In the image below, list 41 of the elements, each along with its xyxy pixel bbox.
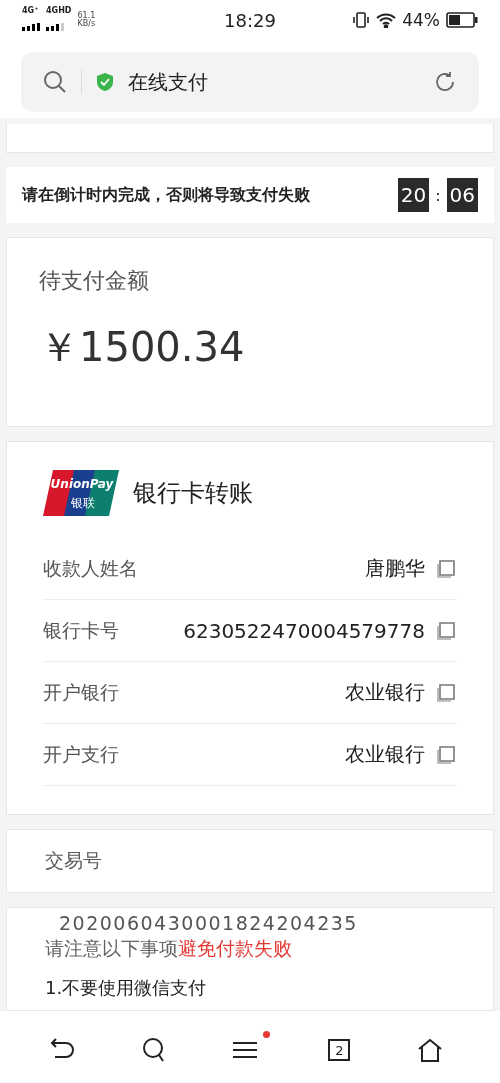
- home-icon: [416, 1038, 443, 1062]
- section-title: 银行卡转账: [133, 478, 253, 509]
- countdown-message: 请在倒计时内完成，否则将导致支付失败: [22, 184, 311, 206]
- signal-icon: [22, 22, 40, 31]
- field-value: 唐鹏华: [364, 555, 425, 582]
- field-value: 6230522470004579778: [182, 618, 425, 643]
- copy-icon[interactable]: [435, 557, 457, 580]
- countdown-separator: :: [435, 185, 441, 205]
- countdown-minutes: 20: [397, 178, 430, 212]
- search-icon: [141, 1037, 166, 1063]
- copy-icon[interactable]: [435, 619, 457, 642]
- battery-level: 44%: [402, 10, 440, 30]
- transaction-number: 2020060430001824204235: [58, 912, 359, 934]
- amount-label: 待支付金额: [39, 267, 150, 295]
- field-value: 农业银行: [344, 679, 425, 706]
- wifi-icon: [376, 12, 397, 28]
- network-speed: 61.1: [77, 12, 96, 20]
- signal-icon: [46, 22, 64, 31]
- notification-dot: [262, 1031, 270, 1038]
- network-label: 4GHD: [46, 5, 72, 15]
- field-label: 银行卡号: [43, 617, 119, 643]
- clock: 18:29: [223, 9, 277, 31]
- notes-title: 请注意以下事项避免付款失败: [45, 936, 293, 961]
- field-label: 开户支行: [43, 741, 119, 767]
- countdown-seconds: 06: [446, 178, 478, 212]
- field-value: 农业银行: [344, 741, 425, 768]
- page-title: 在线支付: [128, 68, 209, 96]
- field-label: 收款人姓名: [43, 555, 138, 581]
- address-bar[interactable]: 在线支付: [21, 52, 479, 112]
- battery-icon: [446, 12, 478, 28]
- vibrate-icon: [352, 12, 371, 28]
- transaction-label: 交易号: [45, 848, 102, 873]
- search-icon[interactable]: [43, 70, 67, 94]
- amount-value: ￥1500.34: [39, 323, 246, 372]
- field-label: 开户银行: [43, 679, 119, 705]
- copy-icon[interactable]: [435, 743, 457, 766]
- copy-icon[interactable]: [435, 681, 457, 704]
- note-item: 1.不要使用微信支付: [45, 976, 208, 1000]
- speed-unit: KB/s: [77, 20, 96, 28]
- network-label: 4G⁺: [22, 5, 40, 15]
- refresh-icon[interactable]: [433, 70, 457, 94]
